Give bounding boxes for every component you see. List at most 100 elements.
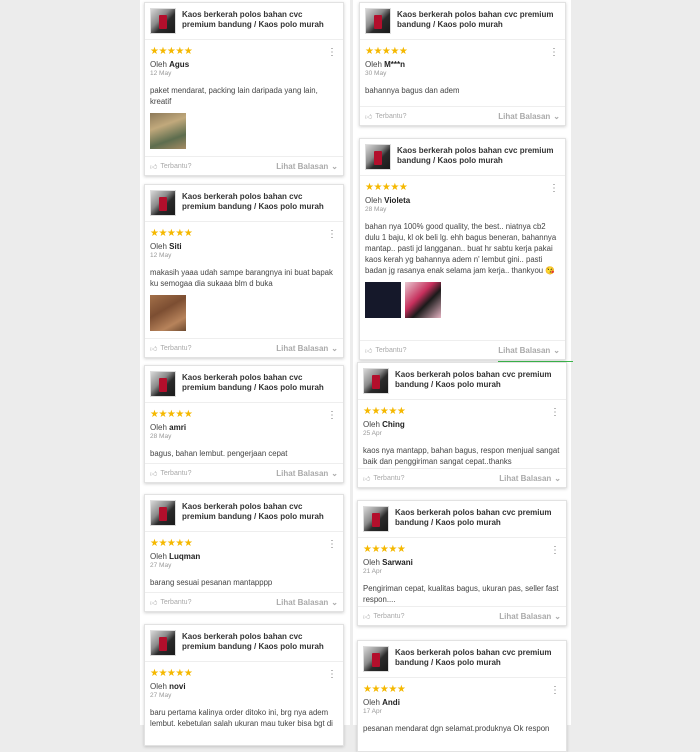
product-header[interactable]: Kaos berkerah polos bahan cvc premium ba… [145, 3, 343, 40]
reviewer: Oleh Agus [150, 60, 338, 69]
reviewer-name: Ching [382, 420, 405, 429]
thumbs-up-icon: 👍︎ [150, 470, 158, 478]
review-photo[interactable] [405, 282, 441, 318]
product-title: Kaos berkerah polos bahan cvc premium ba… [395, 648, 552, 667]
review-card: Kaos berkerah polos bahan cvc premium ba… [357, 362, 567, 488]
review-date: 12 May [150, 70, 172, 77]
helpful-button[interactable]: 👍︎ Terbantu? [363, 612, 404, 621]
by-label: Oleh [150, 60, 167, 69]
view-replies-button[interactable]: Lihat Balasan ⌄ [276, 162, 338, 171]
more-options-icon[interactable]: ⋮ [549, 184, 559, 194]
product-title: Kaos berkerah polos bahan cvc premium ba… [182, 502, 324, 521]
product-header[interactable]: Kaos berkerah polos bahan cvc premium ba… [145, 625, 343, 662]
product-header[interactable]: Kaos berkerah polos bahan cvc premium ba… [360, 3, 565, 40]
reviewer-name: Siti [169, 242, 182, 251]
product-header[interactable]: Kaos berkerah polos bahan cvc premium ba… [358, 501, 566, 538]
review-photo[interactable] [150, 113, 186, 149]
more-options-icon[interactable]: ⋮ [549, 48, 559, 58]
rating-stars: ★★★★★ [150, 409, 193, 420]
view-replies-label: Lihat Balasan [498, 345, 551, 355]
reviewer: Oleh Sarwani [363, 558, 561, 567]
helpful-button[interactable]: 👍︎ Terbantu? [150, 598, 191, 607]
more-options-icon[interactable]: ⋮ [327, 230, 337, 240]
review-text: Pengiriman cepat, kualitas bagus, ukuran… [363, 584, 559, 604]
by-label: Oleh [150, 682, 167, 691]
more-options-icon[interactable]: ⋮ [550, 686, 560, 696]
more-options-icon[interactable]: ⋮ [550, 546, 560, 556]
product-header[interactable]: Kaos berkerah polos bahan cvc premium ba… [145, 366, 343, 403]
chevron-down-icon: ⌄ [331, 161, 338, 171]
thumbs-up-icon: 👍︎ [150, 599, 158, 607]
by-label: Oleh [363, 558, 380, 567]
review-date: 30 May [365, 70, 387, 77]
review-date: 27 May [150, 692, 172, 699]
product-thumbnail [363, 506, 389, 532]
view-replies-button[interactable]: Lihat Balasan ⌄ [276, 344, 338, 353]
by-label: Oleh [363, 698, 380, 707]
review-card: Kaos berkerah polos bahan cvc premium ba… [357, 640, 567, 752]
product-title: Kaos berkerah polos bahan cvc premium ba… [395, 508, 552, 527]
product-thumbnail [150, 371, 176, 397]
helpful-button[interactable]: 👍︎ Terbantu? [150, 344, 191, 353]
by-label: Oleh [150, 423, 167, 432]
chevron-down-icon: ⌄ [331, 597, 338, 607]
rating-stars: ★★★★★ [150, 46, 193, 57]
rating-stars: ★★★★★ [150, 668, 193, 679]
view-replies-button[interactable]: Lihat Balasan ⌄ [498, 112, 560, 121]
view-replies-button[interactable]: Lihat Balasan ⌄ [498, 346, 560, 355]
helpful-button[interactable]: 👍︎ Terbantu? [365, 112, 406, 121]
product-header[interactable]: Kaos berkerah polos bahan cvc premium ba… [358, 363, 566, 400]
helpful-button[interactable]: 👍︎ Terbantu? [365, 346, 406, 355]
review-date: 25 Apr [363, 430, 382, 437]
review-text: bagus, bahan lembut. pengerjaan cepat [150, 449, 288, 458]
product-header[interactable]: Kaos berkerah polos bahan cvc premium ba… [358, 641, 566, 678]
more-options-icon[interactable]: ⋮ [327, 48, 337, 58]
reviewer: Oleh Luqman [150, 552, 338, 561]
product-title: Kaos berkerah polos bahan cvc premium ba… [182, 373, 324, 392]
view-replies-button[interactable]: Lihat Balasan ⌄ [276, 598, 338, 607]
more-options-icon[interactable]: ⋮ [327, 411, 337, 421]
review-text: paket mendarat, packing lain daripada ya… [150, 86, 318, 106]
by-label: Oleh [365, 196, 382, 205]
thumbs-up-icon: 👍︎ [365, 113, 373, 121]
helpful-label: Terbantu? [160, 469, 192, 477]
review-photo[interactable] [365, 282, 401, 318]
helpful-label: Terbantu? [373, 612, 405, 620]
product-thumbnail [150, 630, 176, 656]
helpful-label: Terbantu? [160, 598, 192, 606]
view-replies-button[interactable]: Lihat Balasan ⌄ [276, 469, 338, 478]
review-card: Kaos berkerah polos bahan cvc premium ba… [144, 494, 344, 612]
view-replies-button[interactable]: Lihat Balasan ⌄ [499, 612, 561, 621]
view-replies-label: Lihat Balasan [276, 597, 329, 607]
reviewer-name: Agus [169, 60, 190, 69]
review-photo[interactable] [150, 295, 186, 331]
view-replies-label: Lihat Balasan [276, 468, 329, 478]
product-thumbnail [150, 500, 176, 526]
product-header[interactable]: Kaos berkerah polos bahan cvc premium ba… [145, 495, 343, 532]
thumbs-up-icon: 👍︎ [150, 345, 158, 353]
by-label: Oleh [150, 242, 167, 251]
product-header[interactable]: Kaos berkerah polos bahan cvc premium ba… [360, 139, 565, 176]
helpful-button[interactable]: 👍︎ Terbantu? [150, 162, 191, 171]
review-text: bahannya bagus dan adem [365, 86, 460, 95]
helpful-button[interactable]: 👍︎ Terbantu? [150, 469, 191, 478]
thumbs-up-icon: 👍︎ [363, 613, 371, 621]
more-options-icon[interactable]: ⋮ [550, 408, 560, 418]
reviewer: Oleh Ching [363, 420, 561, 429]
review-text: bahan nya 100% good quality, the best.. … [365, 222, 557, 275]
product-header[interactable]: Kaos berkerah polos bahan cvc premium ba… [145, 185, 343, 222]
reviewer-name: novi [169, 682, 186, 691]
chevron-down-icon: ⌄ [553, 345, 560, 355]
more-options-icon[interactable]: ⋮ [327, 670, 337, 680]
review-card: Kaos berkerah polos bahan cvc premium ba… [359, 2, 566, 126]
review-card: Kaos berkerah polos bahan cvc premium ba… [359, 138, 566, 360]
view-replies-label: Lihat Balasan [276, 343, 329, 353]
product-thumbnail [363, 368, 389, 394]
view-replies-label: Lihat Balasan [499, 611, 552, 621]
helpful-button[interactable]: 👍︎ Terbantu? [363, 474, 404, 483]
more-options-icon[interactable]: ⋮ [327, 540, 337, 550]
view-replies-button[interactable]: Lihat Balasan ⌄ [499, 474, 561, 483]
reviewer: Oleh M***n [365, 60, 560, 69]
rating-stars: ★★★★★ [150, 228, 193, 239]
reviewer: Oleh novi [150, 682, 338, 691]
